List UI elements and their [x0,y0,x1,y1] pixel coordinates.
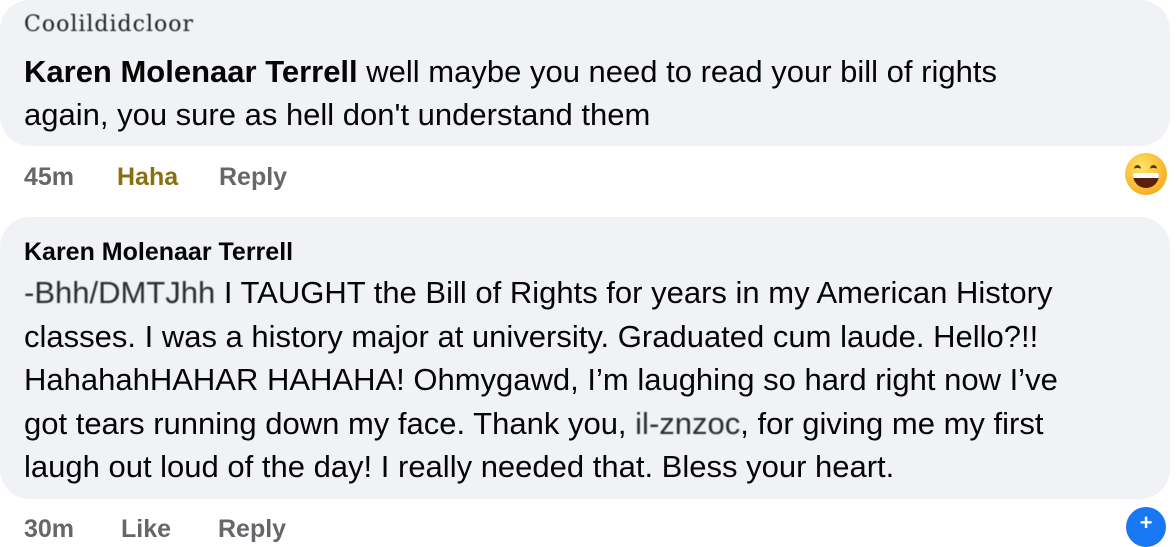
comment-1-reply-button[interactable]: Reply [219,160,287,194]
comment-2-text-line-4a: got tears running down my face. Thank yo… [24,405,636,441]
comment-2-author-link[interactable]: Karen Molenaar Terrell [24,237,1146,267]
comment-2-text-line-4b: , for giving me my first [740,405,1044,441]
comment-1-text-line-1: well maybe you need to read your bill of… [357,54,997,89]
reaction-badge-icon[interactable]: + [1126,507,1166,547]
emoji-mouth [1133,173,1159,188]
comment-bubble-1: Coolildidcloor Karen Molenaar Terrell we… [0,0,1170,146]
comment-2-redacted-mention: -Bhh/DMTJhh [24,275,216,310]
comment-1-body: Karen Molenaar Terrell well maybe you ne… [24,50,1146,136]
emoji-eye-right [1150,165,1157,173]
comment-bubble-2: Karen Molenaar Terrell -Bhh/DMTJhh I TAU… [0,217,1170,499]
comment-2-text-line-1: I TAUGHT the Bill of Rights for years in… [215,275,1053,310]
comment-2-text-line-5: laugh out loud of the day! I really need… [24,449,895,484]
comment-1-timestamp[interactable]: 45m [24,160,117,194]
comment-1-text-line-2: again, you sure as hell don't understand… [24,97,651,132]
comment-2-redacted-name: il-znzoc [635,405,741,441]
comment-2-text-line-3: HahahahHAHAR HAHAHA! Ohmygawd, I’m laugh… [24,362,1058,397]
laughing-face-icon[interactable] [1125,153,1167,195]
comment-1-haha-button[interactable]: Haha [117,160,219,194]
comment-2-body: -Bhh/DMTJhh I TAUGHT the Bill of Rights … [24,271,1146,489]
comment-1-actions: 45m Haha Reply [24,160,287,194]
comment-2-text-line-2: classes. I was a history major at univer… [24,318,1039,354]
redacted-header-text: Coolildidcloor [24,12,194,37]
comment-2-timestamp[interactable]: 30m [24,512,74,546]
comment-1-author-link[interactable]: Karen Molenaar Terrell [24,54,358,89]
emoji-eye-left [1134,165,1141,173]
comment-2-like-button[interactable]: Like [121,512,171,546]
comment-2-reply-button[interactable]: Reply [218,512,286,546]
comment-2-actions: 30m Like Reply [24,512,326,546]
